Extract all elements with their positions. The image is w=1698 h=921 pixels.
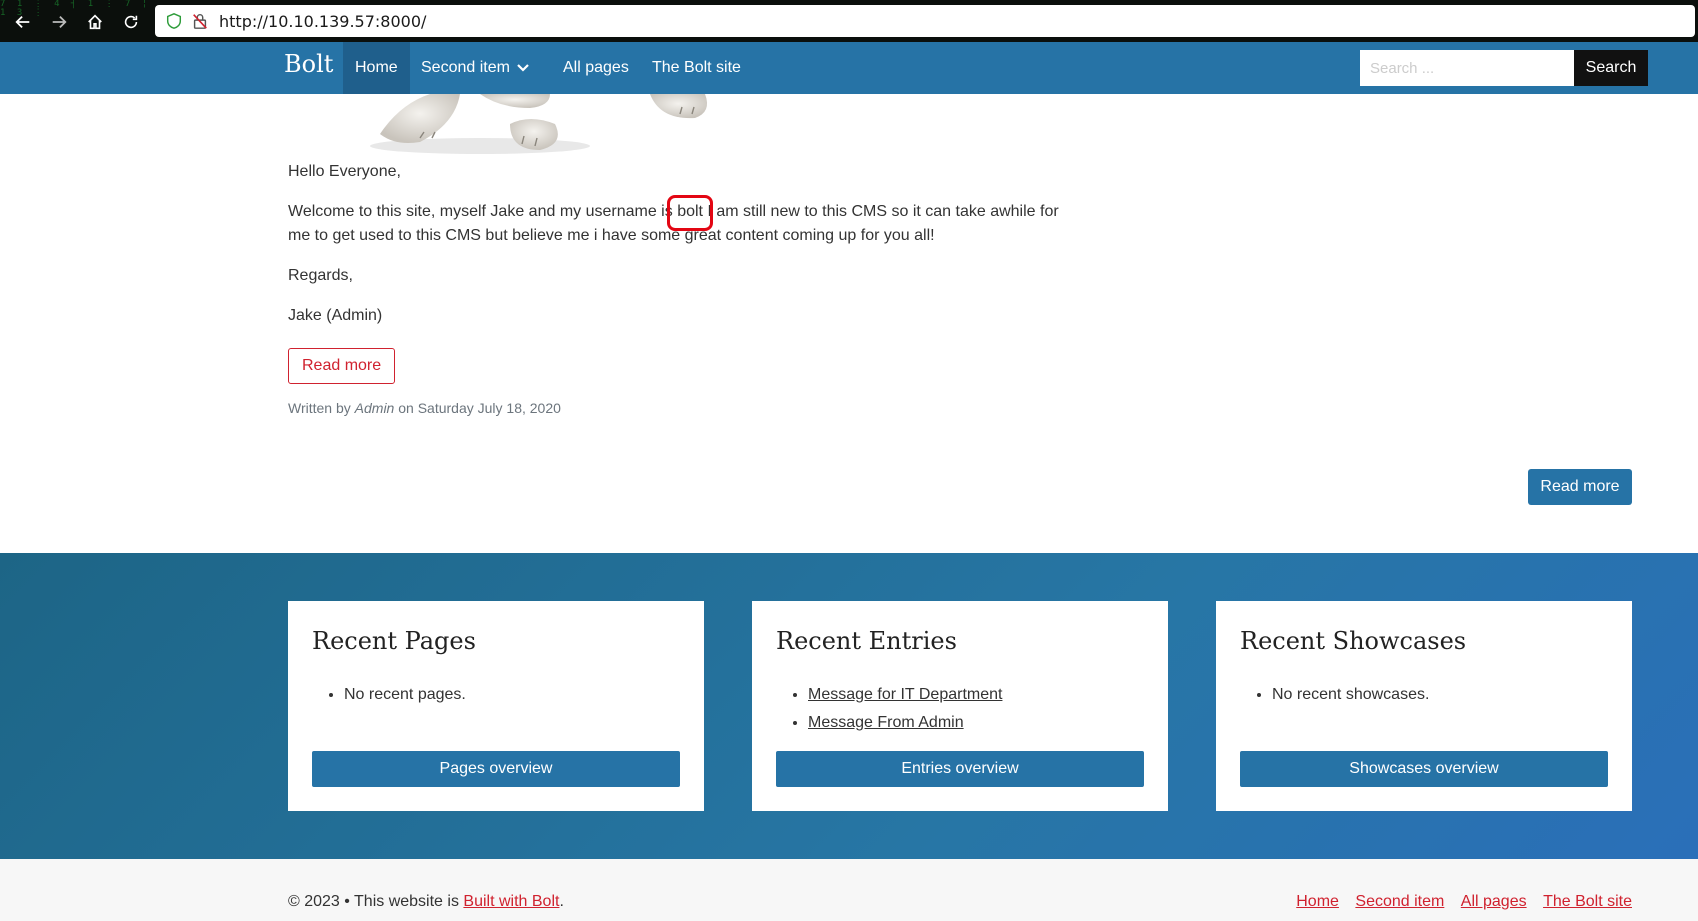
built-with-bolt-link[interactable]: Built with Bolt — [463, 893, 559, 910]
nav-item-home[interactable]: Home — [343, 42, 410, 94]
arrow-right-icon — [52, 15, 67, 29]
read-more-primary-button[interactable]: Read more — [1528, 469, 1632, 505]
reload-button[interactable] — [118, 9, 144, 35]
recent-entries-card: Recent Entries Message for IT Department… — [752, 601, 1168, 811]
site-brand[interactable]: Bolt — [284, 50, 333, 78]
footer-copyright: © 2023 • This website is Built with Bolt… — [288, 893, 564, 911]
list-item: No recent showcases. — [1272, 681, 1608, 709]
widgets-section: Recent Pages No recent pages. Pages over… — [0, 553, 1698, 859]
recent-pages-card: Recent Pages No recent pages. Pages over… — [288, 601, 704, 811]
list-item: Message for IT Department — [808, 681, 1144, 709]
search-button[interactable]: Search — [1574, 50, 1648, 86]
footer-link-home[interactable]: Home — [1296, 893, 1339, 910]
nav-item-bolt-site[interactable]: The Bolt site — [640, 42, 753, 94]
browser-toolbar: 7 1 ⋮ 4 ┤ 1 ⋮ 7 ¦ 1 3 ⋮ http://10.10.139… — [0, 0, 1698, 42]
nav-item-label: Second item — [421, 59, 510, 76]
recent-entries-list: Message for IT Department Message From A… — [776, 681, 1144, 737]
entry-link-it-department[interactable]: Message for IT Department — [808, 686, 1002, 703]
meta-date: on Saturday July 18, 2020 — [394, 400, 561, 416]
footer-link-all-pages[interactable]: All pages — [1461, 893, 1527, 910]
article-regards: Regards, — [288, 267, 353, 284]
copyright-text: © 2023 • This website is — [288, 893, 464, 910]
url-text: http://10.10.139.57:8000/ — [219, 11, 427, 31]
site-navbar: Bolt Home Second item All pages The Bolt… — [0, 42, 1698, 94]
list-item: Message From Admin — [808, 709, 1144, 737]
entries-overview-button[interactable]: Entries overview — [776, 751, 1144, 787]
recent-entries-title: Recent Entries — [776, 627, 957, 655]
recent-pages-list: No recent pages. — [312, 681, 680, 709]
username-highlight: bolt — [667, 195, 714, 231]
reload-icon — [124, 15, 138, 29]
recent-showcases-title: Recent Showcases — [1240, 627, 1467, 655]
search-input[interactable] — [1360, 50, 1574, 86]
site-footer: © 2023 • This website is Built with Bolt… — [0, 859, 1698, 921]
chevron-down-icon — [517, 63, 529, 72]
meta-author: Admin — [354, 400, 395, 416]
address-bar[interactable]: http://10.10.139.57:8000/ — [155, 5, 1695, 37]
article-body: Hello Everyone, Welcome to this site, my… — [288, 160, 1068, 344]
footer-link-second-item[interactable]: Second item — [1355, 893, 1444, 910]
home-button[interactable] — [82, 9, 108, 35]
recent-pages-title: Recent Pages — [312, 627, 476, 655]
arrow-left-icon — [15, 15, 30, 29]
nav-item-all-pages[interactable]: All pages — [551, 42, 641, 94]
insecure-lock-icon[interactable] — [191, 12, 209, 30]
copyright-suffix: . — [559, 893, 564, 910]
read-more-button[interactable]: Read more — [288, 348, 396, 384]
back-button[interactable] — [10, 9, 36, 35]
nav-item-second-item[interactable]: Second item — [409, 42, 542, 94]
recent-showcases-list: No recent showcases. — [1240, 681, 1608, 709]
pages-overview-button[interactable]: Pages overview — [312, 751, 680, 787]
highlight-box — [667, 195, 714, 231]
shield-icon — [166, 13, 182, 29]
article-text-before: Welcome to this site, myself Jake and my… — [288, 203, 678, 220]
hero-image — [370, 94, 708, 154]
article-meta: Written by Admin on Saturday July 18, 20… — [288, 400, 561, 416]
entry-link-message-from-admin[interactable]: Message From Admin — [808, 714, 964, 731]
list-item: No recent pages. — [344, 681, 680, 709]
article-paragraph: Welcome to this site, myself Jake and my… — [288, 195, 1068, 248]
forward-button[interactable] — [46, 9, 72, 35]
home-icon — [88, 14, 102, 30]
footer-link-bolt-site[interactable]: The Bolt site — [1543, 893, 1632, 910]
footer-links: Home Second item All pages The Bolt site — [1284, 893, 1632, 911]
recent-showcases-card: Recent Showcases No recent showcases. Sh… — [1216, 601, 1632, 811]
meta-prefix: Written by — [288, 400, 355, 416]
article-greeting: Hello Everyone, — [288, 163, 401, 180]
article-signature: Jake (Admin) — [288, 307, 383, 324]
showcases-overview-button[interactable]: Showcases overview — [1240, 751, 1608, 787]
